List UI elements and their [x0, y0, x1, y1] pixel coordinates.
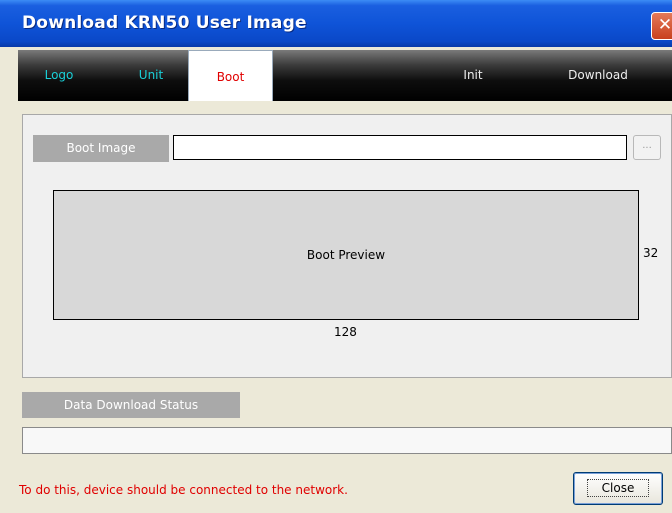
preview-width-value: 128 — [334, 325, 357, 339]
browse-button[interactable]: ... — [633, 135, 661, 160]
preview-height-value: 32 — [643, 246, 659, 260]
close-button[interactable]: Close — [573, 472, 663, 505]
boot-image-label: Boot Image — [33, 135, 169, 162]
tab-download[interactable]: Download — [548, 50, 648, 101]
boot-preview: Boot Preview — [53, 190, 639, 320]
network-note: To do this, device should be connected t… — [19, 483, 348, 497]
tab-unit[interactable]: Unit — [116, 50, 186, 101]
title-bar: Download KRN50 User Image ✕ — [0, 0, 672, 47]
tab-boot[interactable]: Boot — [188, 50, 273, 101]
window-close-icon[interactable]: ✕ — [651, 12, 672, 40]
tab-init[interactable]: Init — [438, 50, 508, 101]
download-status-label: Data Download Status — [22, 392, 240, 418]
window-title: Download KRN50 User Image — [22, 13, 307, 33]
tab-bar: Logo Unit Boot Init Download — [18, 50, 672, 101]
download-progress-bar — [22, 427, 672, 454]
tab-logo[interactable]: Logo — [24, 50, 94, 101]
close-button-label: Close — [586, 479, 650, 497]
boot-image-path-input[interactable] — [173, 135, 627, 160]
